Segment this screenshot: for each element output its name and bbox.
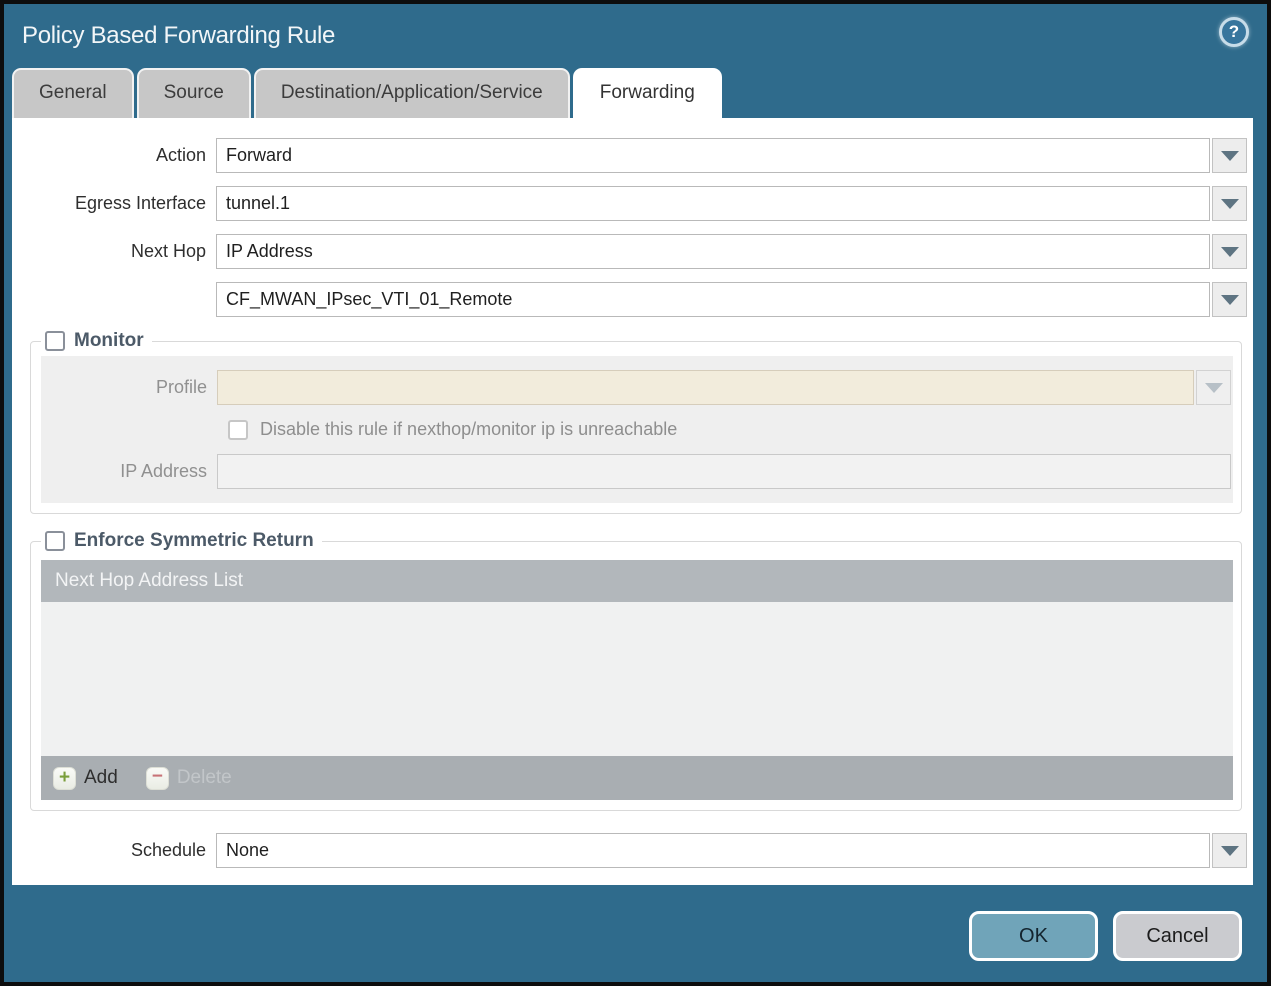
next-hop-address-row: CF_MWAN_IPsec_VTI_01_Remote — [12, 282, 1247, 317]
tab-general[interactable]: General — [12, 68, 134, 118]
profile-label: Profile — [155, 377, 207, 397]
table-footer: + Add − Delete — [41, 756, 1233, 800]
delete-button-label: Delete — [176, 767, 232, 788]
symmetric-return-legend-label: Enforce Symmetric Return — [74, 530, 314, 551]
tab-forwarding[interactable]: Forwarding — [572, 68, 722, 118]
symmetric-return-section: Enforce Symmetric Return Next Hop Addres… — [30, 530, 1242, 811]
plus-icon: + — [53, 766, 76, 790]
tab-source[interactable]: Source — [136, 68, 251, 118]
disable-rule-checkbox[interactable] — [228, 419, 248, 440]
next-hop-type-input[interactable]: IP Address — [216, 234, 1210, 269]
schedule-input[interactable]: None — [216, 833, 1210, 868]
next-hop-address-input[interactable]: CF_MWAN_IPsec_VTI_01_Remote — [216, 282, 1210, 317]
action-dropdown-button[interactable] — [1212, 138, 1247, 173]
monitor-ip-address-row: IP Address — [41, 454, 1233, 489]
action-row: Action Forward — [12, 138, 1247, 173]
egress-interface-combo: tunnel.1 — [216, 186, 1247, 221]
disable-rule-row: Disable this rule if nexthop/monitor ip … — [41, 419, 1233, 440]
next-hop-combo: IP Address — [216, 234, 1247, 269]
symmetric-return-checkbox[interactable] — [45, 531, 65, 551]
chevron-down-icon — [1220, 198, 1239, 209]
table-body-empty — [41, 602, 1233, 756]
monitor-section: Monitor Profile Disable this rule if nex… — [30, 330, 1242, 514]
next-hop-address-dropdown-button[interactable] — [1212, 282, 1247, 317]
tab-bar: General Source Destination/Application/S… — [4, 68, 1267, 118]
schedule-dropdown-button[interactable] — [1212, 833, 1247, 868]
dialog-footer: OK Cancel — [4, 885, 1267, 982]
action-input[interactable]: Forward — [216, 138, 1210, 173]
next-hop-address-list-table: Next Hop Address List + Add − Delete — [41, 560, 1233, 800]
egress-interface-dropdown-button[interactable] — [1212, 186, 1247, 221]
profile-dropdown-button[interactable] — [1196, 370, 1231, 405]
egress-interface-row: Egress Interface tunnel.1 — [12, 186, 1247, 221]
disable-rule-label: Disable this rule if nexthop/monitor ip … — [260, 419, 678, 439]
chevron-down-icon — [1220, 150, 1239, 161]
profile-input[interactable] — [217, 370, 1194, 405]
next-hop-row: Next Hop IP Address — [12, 234, 1247, 269]
schedule-row: Schedule None — [12, 833, 1247, 868]
chevron-down-icon — [1220, 294, 1239, 305]
monitor-legend: Monitor — [41, 330, 152, 352]
symmetric-return-legend: Enforce Symmetric Return — [41, 530, 322, 552]
schedule-label: Schedule — [130, 840, 206, 860]
table-header: Next Hop Address List — [41, 560, 1233, 602]
delete-button[interactable]: − Delete — [145, 766, 232, 790]
next-hop-label: Next Hop — [130, 241, 206, 261]
help-glyph: ? — [1228, 22, 1240, 41]
monitor-ip-address-input[interactable] — [217, 454, 1231, 489]
dialog-title: Policy Based Forwarding Rule — [22, 22, 336, 49]
egress-interface-input[interactable]: tunnel.1 — [216, 186, 1210, 221]
next-hop-address-combo: CF_MWAN_IPsec_VTI_01_Remote — [216, 282, 1247, 317]
chevron-down-icon — [1220, 845, 1239, 856]
chevron-down-icon — [1204, 382, 1223, 393]
ok-button[interactable]: OK — [969, 911, 1098, 961]
tab-content-forwarding: Action Forward Egress Interface tunnel.1… — [12, 118, 1253, 885]
dialog-titlebar: Policy Based Forwarding Rule ? — [4, 4, 1267, 68]
table-header-label: Next Hop Address List — [55, 570, 243, 591]
action-label: Action — [155, 145, 206, 165]
profile-combo — [217, 370, 1231, 405]
minus-icon: − — [145, 766, 169, 790]
monitor-panel: Profile Disable this rule if nexthop/mon… — [41, 356, 1233, 503]
help-icon[interactable]: ? — [1219, 17, 1249, 47]
pbf-rule-dialog: Policy Based Forwarding Rule ? General S… — [0, 0, 1271, 986]
cancel-button[interactable]: Cancel — [1113, 911, 1242, 961]
tab-destination-application-service[interactable]: Destination/Application/Service — [253, 68, 570, 118]
action-combo: Forward — [216, 138, 1247, 173]
egress-interface-label: Egress Interface — [74, 193, 206, 213]
monitor-ip-address-label: IP Address — [120, 461, 207, 481]
add-button[interactable]: + Add — [53, 766, 118, 790]
schedule-combo: None — [216, 833, 1247, 868]
profile-row: Profile — [41, 370, 1233, 405]
chevron-down-icon — [1220, 246, 1239, 257]
monitor-legend-label: Monitor — [74, 330, 144, 351]
monitor-checkbox[interactable] — [45, 331, 65, 351]
next-hop-dropdown-button[interactable] — [1212, 234, 1247, 269]
add-button-label: Add — [84, 767, 118, 788]
